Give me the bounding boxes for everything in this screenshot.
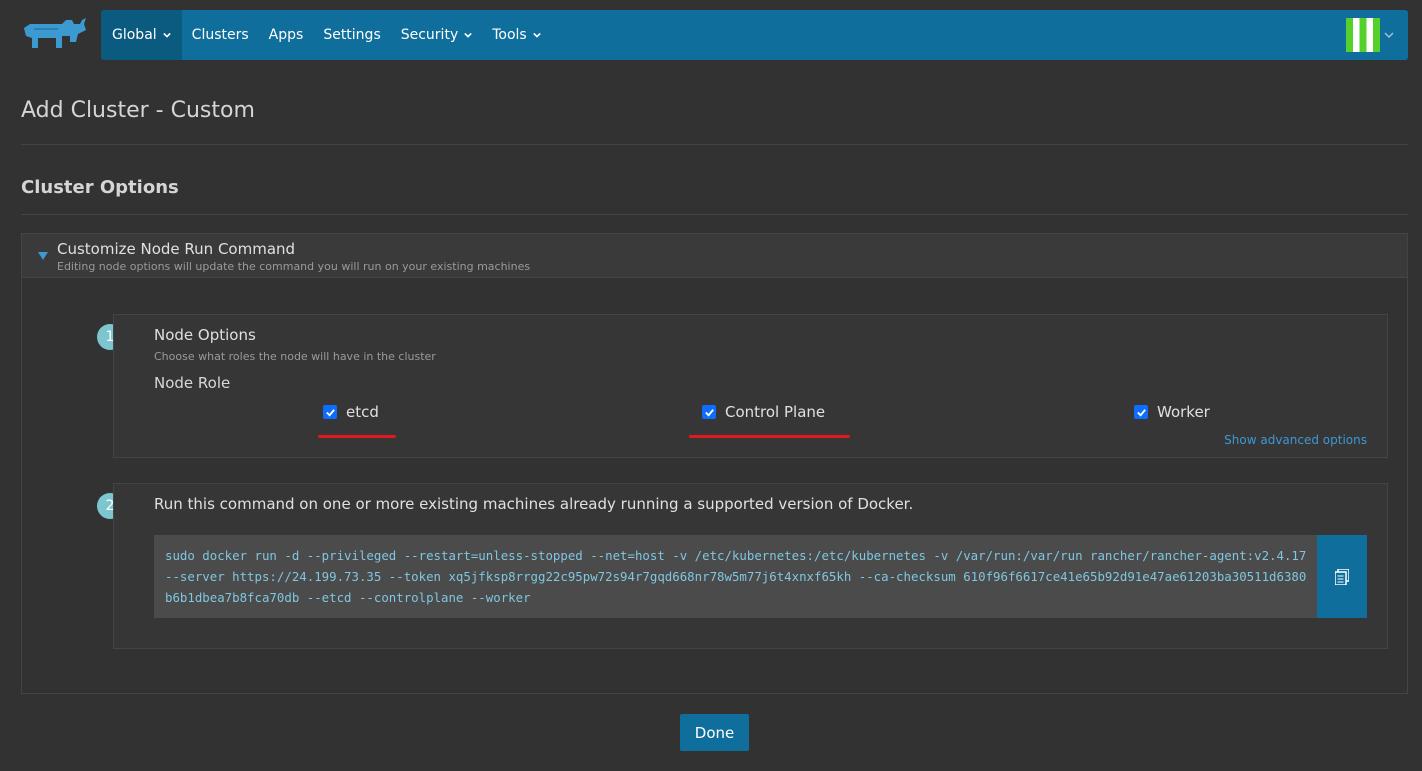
control-plane-checkbox[interactable]: Control Plane [702,403,825,421]
page-title: Add Cluster - Custom [21,98,255,123]
node-options-box: Node Options Choose what roles the node … [113,314,1388,458]
node-options-title: Node Options [154,326,256,344]
avatar [1346,18,1380,52]
accordion-subtitle: Editing node options will update the com… [57,260,531,273]
done-button[interactable]: Done [680,714,749,751]
run-command-title: Run this command on one or more existing… [154,495,914,513]
nav-clusters-label: Clusters [191,27,249,43]
top-navbar: Global Clusters Apps Settings Security T… [101,10,1408,60]
chevron-down-icon [532,32,541,38]
run-command-box: Run this command on one or more existing… [113,483,1388,649]
run-command-text[interactable]: sudo docker run -d --privileged --restar… [154,535,1318,618]
etcd-checkbox[interactable]: etcd [323,403,379,421]
nav-security-label: Security [400,27,459,43]
node-run-command-accordion: Customize Node Run Command Editing node … [21,233,1408,694]
nav-global[interactable]: Global [101,10,182,60]
clipboard-icon [1335,568,1349,585]
show-advanced-options-link[interactable]: Show advanced options [1224,433,1367,447]
chevron-down-icon [162,32,171,38]
title-divider [21,144,1408,145]
nav-tools[interactable]: Tools [482,10,551,60]
nav-apps[interactable]: Apps [259,10,314,60]
highlight-underline [689,435,850,438]
nav-security[interactable]: Security [391,10,483,60]
section-title: Cluster Options [21,177,179,198]
node-role-label: Node Role [154,374,231,392]
control-plane-label: Control Plane [725,403,826,421]
copy-command-button[interactable] [1317,535,1367,618]
nav-tools-label: Tools [492,27,527,43]
checkbox-checked-icon[interactable] [702,405,716,419]
etcd-label: etcd [346,403,379,421]
chevron-down-icon [464,32,473,38]
accordion-title: Customize Node Run Command [57,240,296,258]
chevron-down-icon [1384,32,1394,39]
nav-clusters[interactable]: Clusters [182,10,259,60]
rancher-logo[interactable] [20,14,90,54]
section-divider [21,214,1408,215]
caret-down-icon [38,252,48,260]
checkbox-checked-icon[interactable] [1134,405,1148,419]
worker-checkbox[interactable]: Worker [1134,403,1210,421]
worker-label: Worker [1157,403,1210,421]
highlight-underline [318,435,396,438]
accordion-header[interactable]: Customize Node Run Command Editing node … [22,234,1407,278]
node-options-subtitle: Choose what roles the node will have in … [154,350,436,363]
nav-settings[interactable]: Settings [313,10,390,60]
checkbox-checked-icon[interactable] [323,405,337,419]
nav-settings-label: Settings [323,27,381,43]
user-menu[interactable] [1346,18,1394,52]
nav-apps-label: Apps [268,27,304,43]
nav-global-label: Global [112,27,157,43]
